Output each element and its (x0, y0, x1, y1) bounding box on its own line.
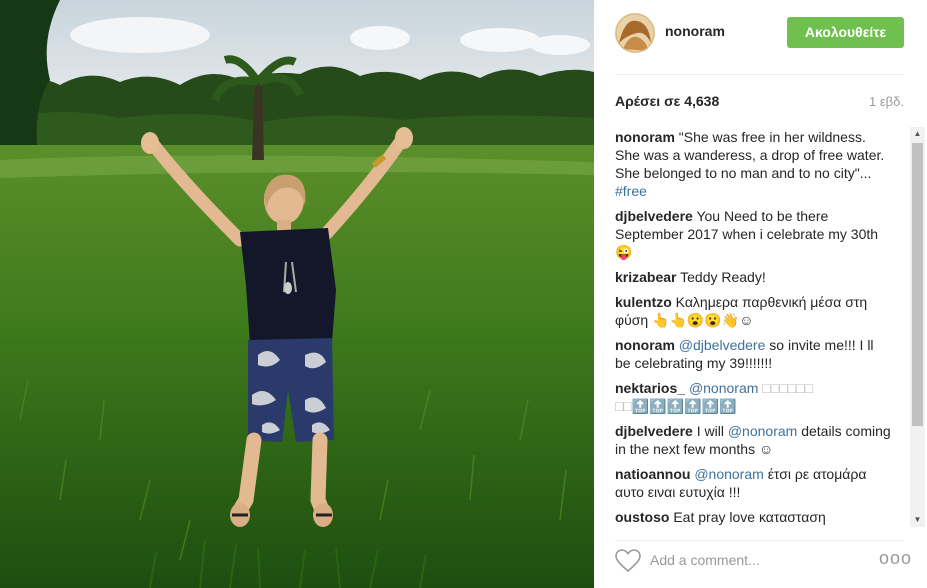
mention-link[interactable]: @nonoram (694, 466, 763, 482)
scroll-up-arrow-icon[interactable]: ▲ (910, 127, 925, 141)
post-timestamp[interactable]: 1 εβδ. (869, 94, 904, 109)
instagram-post-view: nonoram Ακολουθείτε Αρέσει σε 4,638 1 εβ… (0, 0, 927, 588)
comments-scrollbar[interactable]: ▲ ▼ (910, 127, 925, 527)
heart-icon[interactable] (615, 549, 641, 573)
mention-link[interactable]: @nonoram (728, 423, 797, 439)
comment-item: oustoso Eat pray love κατασταση (615, 508, 891, 526)
comment-item: natioannou @nonoram έτσι ρε ατομάρα αυτο… (615, 465, 891, 501)
comment-item: krizabear Teddy Ready! (615, 268, 891, 286)
comment-item: nonoram @djbelvedere so invite me!!! I l… (615, 336, 891, 372)
header-divider (615, 74, 904, 75)
comment-author[interactable]: krizabear (615, 269, 676, 285)
comment-author[interactable]: kulentzo (615, 294, 672, 310)
comment-author[interactable]: djbelvedere (615, 423, 693, 439)
comment-author[interactable]: natioannou (615, 466, 690, 482)
comment-item: nonoram "She was free in her wildness. S… (615, 128, 891, 200)
comment-author[interactable]: oustoso (615, 509, 669, 525)
comment-author[interactable]: nonoram (615, 129, 675, 145)
comment-author[interactable]: nonoram (615, 337, 675, 353)
mention-link[interactable]: @nonoram (689, 380, 758, 396)
comment-author[interactable]: nektarios_ (615, 380, 685, 396)
comment-text: Eat pray love κατασταση (673, 509, 826, 525)
comment-item: nektarios_ @nonoram □□□□□□ □□🔝🔝🔝🔝🔝🔝 (615, 379, 891, 415)
post-sidebar: nonoram Ακολουθείτε Αρέσει σε 4,638 1 εβ… (594, 0, 927, 588)
comment-item: djbelvedere You Need to be there Septemb… (615, 207, 891, 261)
hashtag-link[interactable]: #free (615, 183, 647, 199)
likes-count[interactable]: Αρέσει σε 4,638 (615, 93, 719, 109)
post-header: nonoram Ακολουθείτε (594, 0, 927, 74)
comments-list: nonoram "She was free in her wildness. S… (615, 128, 891, 526)
post-footer: ooo (594, 540, 927, 588)
post-photo[interactable] (0, 0, 594, 588)
scrollbar-thumb[interactable] (912, 143, 923, 426)
scroll-down-arrow-icon[interactable]: ▼ (910, 513, 925, 527)
comment-author[interactable]: djbelvedere (615, 208, 693, 224)
comment-item: djbelvedere I will @nonoram details comi… (615, 422, 891, 458)
following-button[interactable]: Ακολουθείτε (787, 17, 904, 48)
comment-item: kulentzo Καλημερα παρθενική μέσα στη φύσ… (615, 293, 891, 329)
mention-link[interactable]: @djbelvedere (679, 337, 766, 353)
post-author-username[interactable]: nonoram (665, 23, 725, 39)
comment-text-before: I will (696, 423, 724, 439)
more-options-icon[interactable]: ooo (879, 548, 912, 569)
add-comment-input[interactable] (650, 549, 850, 571)
comment-text: Teddy Ready! (680, 269, 766, 285)
avatar[interactable] (615, 13, 655, 53)
